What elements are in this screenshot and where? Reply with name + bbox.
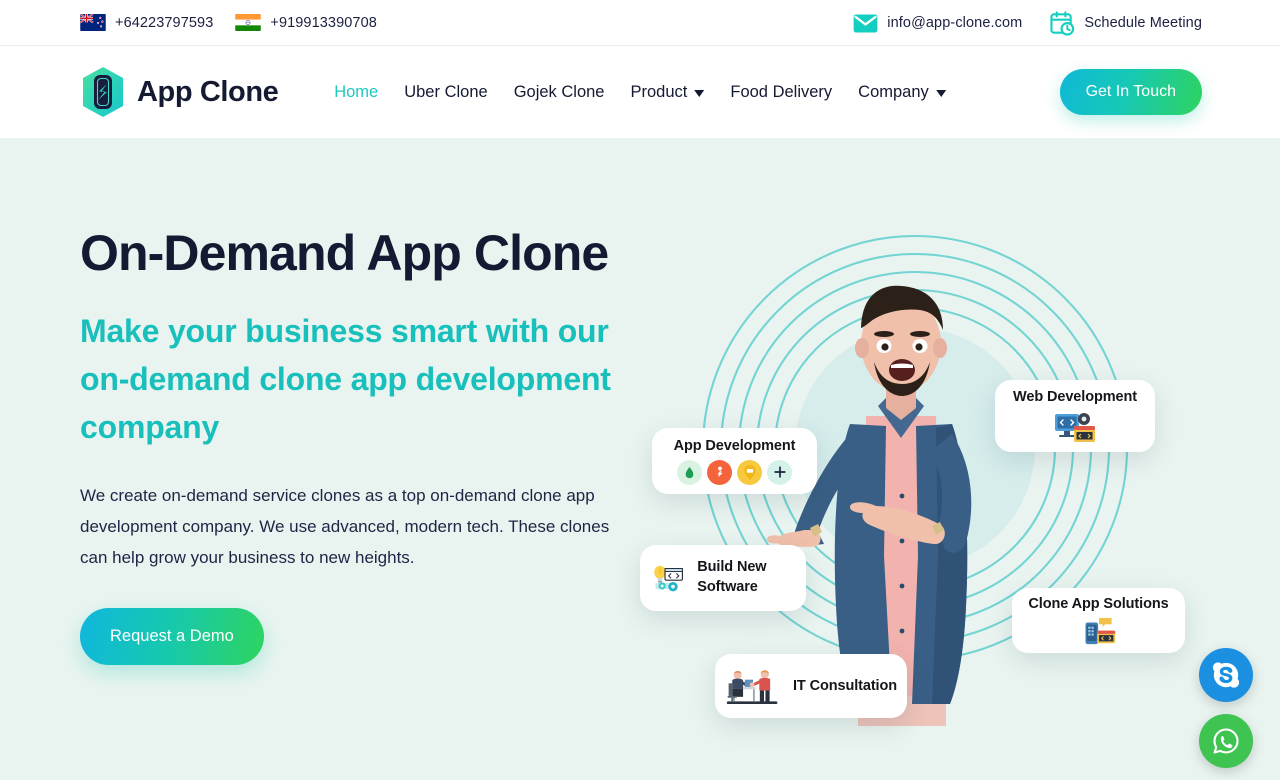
hero-illustration: App Development Web Development Build Ne…	[630, 138, 1240, 780]
page-root: +64223797593 +919913390708 info@app-clon…	[0, 0, 1280, 780]
email-link[interactable]: info@app-clone.com	[853, 13, 1023, 33]
nav-item-uber-clone[interactable]: Uber Clone	[404, 83, 487, 102]
hero-description: We create on-demand service clones as a …	[80, 486, 610, 567]
floating-social-buttons	[1199, 648, 1253, 768]
phone-nz[interactable]: +64223797593	[80, 14, 213, 31]
card-web-development-label: Web Development	[1013, 389, 1137, 405]
nav-item-product-label: Product	[630, 82, 688, 101]
phone-code-window-icon	[1085, 618, 1115, 645]
nav-item-food-delivery[interactable]: Food Delivery	[730, 83, 832, 102]
app-icon-plus	[767, 459, 792, 485]
topbar-phone-group: +64223797593 +919913390708	[80, 14, 377, 31]
nav-item-product[interactable]: Product	[631, 83, 705, 102]
get-in-touch-button[interactable]: Get In Touch	[1059, 69, 1202, 115]
chevron-down-icon	[694, 89, 705, 97]
app-icon-orange	[707, 459, 732, 485]
card-app-development-label: App Development	[673, 437, 796, 454]
card-it-consultation-label: IT Consultation	[792, 678, 897, 694]
nav-item-company-label: Company	[858, 82, 929, 101]
app-clone-hexagon-logo-icon	[83, 67, 123, 117]
chevron-down-icon	[935, 89, 946, 97]
app-icon-location-pin	[737, 459, 762, 485]
app-icon-green	[677, 459, 702, 485]
monitor-code-gear-icon	[1055, 413, 1095, 442]
card-build-new-software[interactable]: Build New Software	[640, 545, 806, 611]
whatsapp-icon	[1213, 728, 1239, 754]
nav-item-gojek-clone-label: Gojek Clone	[513, 82, 605, 101]
card-build-new-software-label: Build New Software	[697, 559, 767, 595]
skype-button[interactable]	[1199, 648, 1253, 702]
card-app-development[interactable]: App Development	[652, 428, 817, 494]
top-contact-bar: +64223797593 +919913390708 info@app-clon…	[0, 0, 1280, 46]
email-text: info@app-clone.com	[887, 15, 1023, 31]
hero-section: On-Demand App Clone Make your business s…	[0, 138, 1280, 780]
card-it-consultation[interactable]: IT Consultation	[715, 654, 907, 718]
app-icons-row	[677, 459, 792, 485]
phone-in-number: +919913390708	[270, 14, 377, 31]
india-flag-icon	[235, 14, 262, 31]
request-demo-button[interactable]: Request a Demo	[80, 607, 264, 665]
main-nav: Home Uber Clone Gojek Clone Product Food…	[334, 83, 946, 102]
card-clone-app-solutions-label: Clone App Solutions	[1028, 596, 1169, 612]
phone-nz-number: +64223797593	[115, 14, 214, 31]
nav-item-uber-clone-label: Uber Clone	[404, 82, 488, 101]
schedule-meeting-link[interactable]: Schedule Meeting	[1050, 10, 1202, 36]
nav-item-home-label: Home	[334, 82, 379, 101]
whatsapp-button[interactable]	[1199, 714, 1253, 768]
calendar-clock-icon	[1050, 10, 1075, 36]
card-clone-app-solutions[interactable]: Clone App Solutions	[1012, 588, 1185, 653]
topbar-contact-group: info@app-clone.com Schedule Meeting	[853, 0, 1202, 46]
consultation-people-icon	[726, 670, 778, 705]
site-header: App Clone Home Uber Clone Gojek Clone Pr…	[0, 46, 1280, 138]
nav-item-food-delivery-label: Food Delivery	[730, 82, 833, 101]
new-zealand-flag-icon	[80, 14, 106, 31]
phone-in[interactable]: +919913390708	[235, 14, 377, 31]
page-title: On-Demand App Clone	[80, 225, 609, 281]
schedule-meeting-text: Schedule Meeting	[1084, 15, 1202, 31]
hero-subtitle: Make your business smart with our on-dem…	[80, 313, 611, 445]
nav-item-home[interactable]: Home	[334, 83, 378, 102]
nav-item-gojek-clone[interactable]: Gojek Clone	[514, 83, 605, 102]
envelope-icon	[853, 13, 878, 33]
hero-copy: On-Demand App Clone Make your business s…	[80, 226, 650, 665]
lightbulb-code-gears-icon	[654, 565, 683, 592]
nav-item-company[interactable]: Company	[858, 83, 946, 102]
logo-text: App Clone	[137, 75, 279, 108]
logo-link[interactable]: App Clone	[80, 66, 279, 118]
card-web-development[interactable]: Web Development	[995, 380, 1155, 452]
skype-icon	[1212, 662, 1240, 688]
